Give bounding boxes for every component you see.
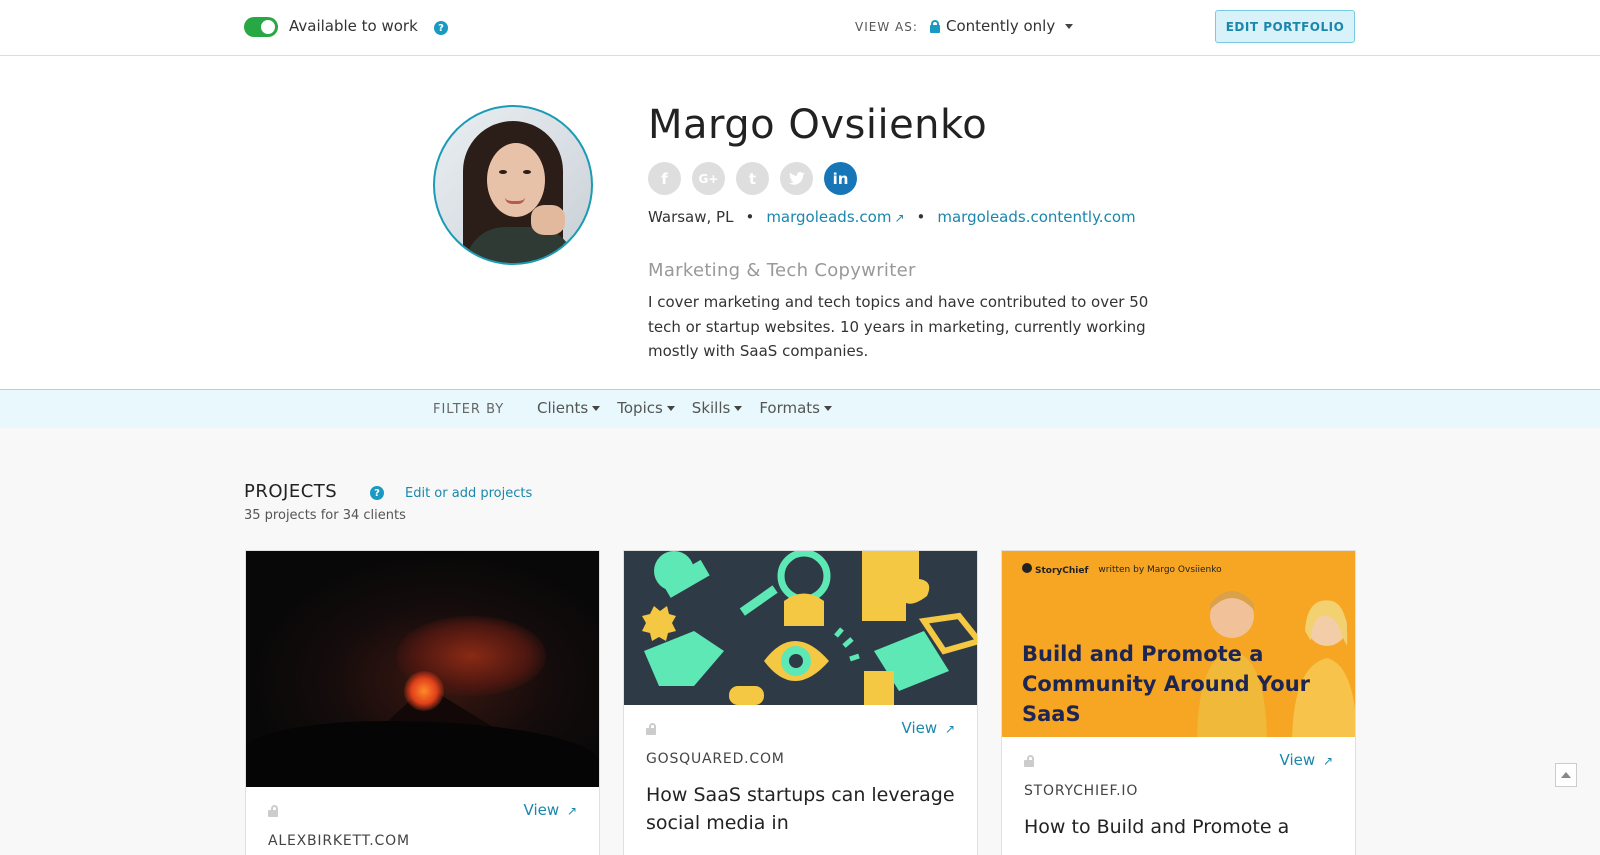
filter-options: Clients Topics Skills Formats [537,399,833,417]
caret-down-icon [592,405,601,411]
help-icon[interactable]: ? [434,21,448,35]
project-title[interactable]: How SaaS startups can leverage social me… [624,781,977,837]
availability-label: Available to work [289,17,418,35]
view-link[interactable]: View ↗ [1280,751,1333,769]
scroll-to-top-button[interactable] [1555,763,1577,787]
project-client: GOSQUARED.COM [646,751,785,767]
google-plus-icon[interactable]: G+ [692,162,725,195]
avatar [433,105,593,265]
filter-topics[interactable]: Topics [617,399,675,417]
storychief-logo-icon [1022,563,1032,573]
separator-dot: • [916,208,926,226]
caret-down-icon [1065,23,1074,29]
linkedin-icon[interactable]: in [824,162,857,195]
unlock-icon [646,723,656,735]
website-link[interactable]: margoleads.com ↗ [766,208,904,226]
project-card[interactable]: View ↗ ALEXBIRKETT.COM [245,550,600,855]
illustration-icons [642,551,977,705]
separator-dot: • [745,208,755,226]
project-client: STORYCHIEF.IO [1024,783,1139,799]
view-as-value: Contently only [946,17,1056,35]
lock-icon [930,19,940,33]
project-title[interactable]: How to Build and Promote a [1002,813,1355,841]
caret-down-icon [824,405,833,411]
facebook-icon[interactable]: f [648,162,681,195]
contently-link[interactable]: margoleads.contently.com [937,208,1135,226]
projects-summary: 35 projects for 34 clients [244,508,406,523]
top-bar: Available to work ? VIEW AS: Contently o… [0,0,1600,56]
social-links: f G+ t in [648,162,857,195]
external-link-icon: ↗ [894,211,905,225]
caret-down-icon [734,405,743,411]
external-link-icon: ↗ [1322,754,1333,768]
unlock-icon [1024,755,1034,767]
storychief-header: StoryChief written by Margo Ovsiienko [1022,563,1222,576]
arrow-up-icon [1561,772,1571,778]
availability-toggle[interactable] [244,17,278,37]
twitter-icon[interactable] [780,162,813,195]
caret-down-icon [666,405,675,411]
view-as-label: VIEW AS: [855,20,918,34]
projects-title: PROJECTS [244,481,338,502]
external-link-icon: ↗ [944,722,955,736]
profile-meta: Warsaw, PL • margoleads.com ↗ • margolead… [648,208,1136,226]
toggle-knob [261,20,275,34]
project-card[interactable]: StoryChief written by Margo Ovsiienko Bu… [1001,550,1356,855]
unlock-icon [268,805,278,817]
project-thumbnail[interactable] [624,551,977,705]
filter-label: FILTER BY [433,402,505,417]
edit-projects-link[interactable]: Edit or add projects [405,486,532,501]
project-thumbnail[interactable]: StoryChief written by Margo Ovsiienko Bu… [1002,551,1355,737]
thumbnail-headline: Build and Promote a Community Around You… [1022,642,1311,726]
profile-name: Margo Ovsiienko [648,102,988,148]
filter-clients[interactable]: Clients [537,399,601,417]
view-link[interactable]: View ↗ [902,719,955,737]
project-thumbnail[interactable] [246,551,599,787]
edit-portfolio-button[interactable]: EDIT PORTFOLIO [1215,10,1355,43]
location: Warsaw, PL [648,208,734,226]
help-icon[interactable]: ? [370,486,384,500]
external-link-icon: ↗ [566,804,577,818]
view-link[interactable]: View ↗ [524,801,577,819]
filter-formats[interactable]: Formats [759,399,833,417]
filter-skills[interactable]: Skills [692,399,743,417]
tumblr-icon[interactable]: t [736,162,769,195]
view-as-dropdown[interactable]: Contently only [930,17,1074,35]
profile-section: Margo Ovsiienko f G+ t in Warsaw, PL • m… [0,56,1600,389]
profile-bio: I cover marketing and tech topics and ha… [648,293,1149,360]
filter-bar: FILTER BY Clients Topics Skills Formats [0,389,1600,428]
profile-tagline: Marketing & Tech Copywriter [648,260,916,281]
project-client: ALEXBIRKETT.COM [268,833,410,849]
project-card[interactable]: View ↗ GOSQUARED.COM How SaaS startups c… [623,550,978,855]
